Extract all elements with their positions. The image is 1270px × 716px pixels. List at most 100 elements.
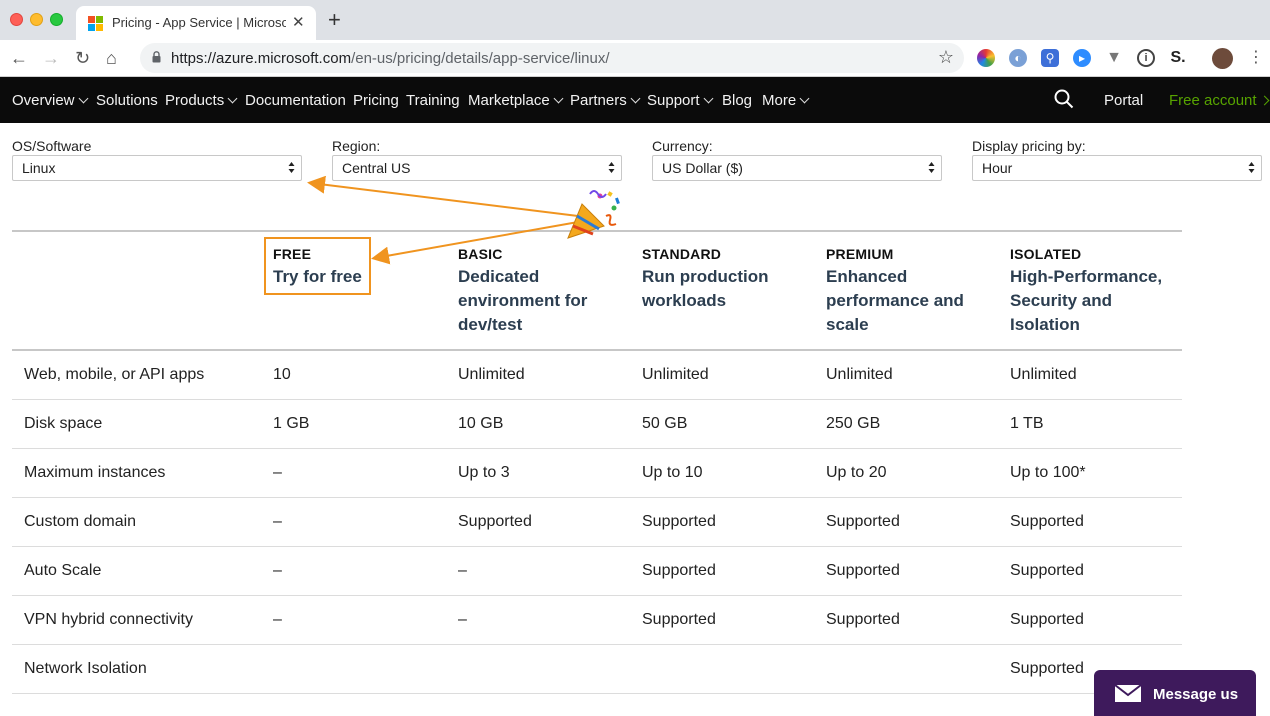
- url-text: https://azure.microsoft.com/en-us/pricin…: [171, 50, 610, 67]
- feature-value: Up to 100*: [1010, 464, 1086, 481]
- free-account-link[interactable]: Free account: [1169, 92, 1269, 109]
- browser-toolbar: ← → ↻ ⌂ https://azure.microsoft.com/en-u…: [0, 40, 1270, 77]
- nav-item-overview[interactable]: Overview: [12, 92, 88, 109]
- feature-label: Network Isolation: [24, 660, 147, 677]
- region-select[interactable]: Central US: [332, 155, 622, 181]
- table-row: Web, mobile, or API apps 10 Unlimited Unlim…: [12, 351, 1182, 400]
- feature-value: –: [273, 562, 282, 579]
- feature-value: Supported: [1010, 562, 1084, 579]
- extension-info-icon[interactable]: i: [1137, 49, 1155, 67]
- extension-ghost-icon[interactable]: ⚲: [1041, 49, 1059, 67]
- feature-value: –: [273, 611, 282, 628]
- free-tier-highlight-box: [264, 237, 371, 295]
- region-filter-label: Region:: [332, 138, 381, 154]
- tier-header-standard: STANDARD Run production workloads: [642, 246, 769, 310]
- feature-label: Auto Scale: [24, 562, 102, 579]
- bookmark-star-icon[interactable]: ☆: [938, 47, 954, 68]
- browser-menu-icon[interactable]: ⋮: [1248, 49, 1264, 67]
- envelope-icon: [1114, 684, 1142, 702]
- select-caret-icon: [928, 162, 935, 173]
- nav-item-more[interactable]: More: [762, 92, 810, 109]
- feature-value: Unlimited: [1010, 366, 1077, 383]
- feature-value: Supported: [826, 611, 900, 628]
- nav-item-blog[interactable]: Blog: [722, 92, 752, 109]
- feature-value: Unlimited: [826, 366, 893, 383]
- display-pricing-select[interactable]: Hour: [972, 155, 1262, 181]
- select-caret-icon: [1248, 162, 1255, 173]
- lock-icon: [152, 51, 161, 63]
- chevron-down-icon: [78, 93, 88, 104]
- extension-color-icon[interactable]: [977, 49, 995, 67]
- nav-item-partners[interactable]: Partners: [570, 92, 641, 109]
- feature-label: Disk space: [24, 415, 103, 432]
- annotation-arrow-to-os: [307, 175, 579, 217]
- extension-shield-icon[interactable]: ◐: [1009, 49, 1027, 67]
- feature-value: Supported: [826, 513, 900, 530]
- os-filter-label: OS/Software: [12, 138, 92, 154]
- forward-icon[interactable]: →: [42, 48, 60, 68]
- feature-value: 1 TB: [1010, 415, 1044, 432]
- feature-value: Up to 3: [458, 464, 510, 481]
- profile-avatar[interactable]: [1212, 48, 1233, 69]
- nav-item-documentation[interactable]: Documentation: [245, 92, 346, 109]
- table-row: Disk space 1 GB 10 GB 50 GB 250 GB 1 TB: [12, 400, 1182, 449]
- feature-value: 1 GB: [273, 415, 310, 432]
- feature-label: VPN hybrid connectivity: [24, 611, 193, 628]
- chevron-down-icon: [630, 93, 641, 104]
- tier-header-premium: PREMIUM Enhanced performance and scale: [826, 246, 964, 334]
- feature-value: Up to 10: [642, 464, 703, 481]
- back-icon[interactable]: ←: [10, 48, 28, 68]
- currency-filter-label: Currency:: [652, 138, 713, 154]
- select-caret-icon: [608, 162, 615, 173]
- feature-value: Supported: [458, 513, 532, 530]
- feature-value: 10 GB: [458, 415, 504, 432]
- feature-value: –: [458, 611, 467, 628]
- chevron-down-icon: [227, 93, 238, 104]
- feature-value: 10: [273, 366, 291, 383]
- table-row: Custom domain – Supported Supported Supporte…: [12, 498, 1182, 547]
- nav-item-support[interactable]: Support: [647, 92, 713, 109]
- chevron-down-icon: [553, 93, 564, 104]
- site-navigation: Overview Solutions Products Documentatio…: [0, 77, 1270, 123]
- feature-value: –: [273, 513, 282, 530]
- feature-value: Supported: [642, 562, 716, 579]
- nav-item-solutions[interactable]: Solutions: [96, 92, 158, 109]
- feature-value: 250 GB: [826, 415, 881, 432]
- chevron-down-icon: [703, 93, 713, 104]
- message-us-button[interactable]: Message us: [1094, 670, 1256, 716]
- tab-close-icon[interactable]: ✕: [292, 13, 305, 31]
- table-row: Maximum instances – Up to 3 Up to 10 Up to 2…: [12, 449, 1182, 498]
- nav-item-products[interactable]: Products: [165, 92, 238, 109]
- browser-tab[interactable]: Pricing - App Service | Microsoft Azure …: [76, 6, 316, 40]
- address-bar[interactable]: https://azure.microsoft.com/en-us/pricin…: [140, 43, 964, 73]
- tier-header-basic: BASIC Dedicated environment for dev/test: [458, 246, 588, 334]
- extension-video-icon[interactable]: ▸: [1073, 49, 1091, 67]
- feature-label: Custom domain: [24, 513, 137, 530]
- window-zoom-button[interactable]: [50, 13, 63, 26]
- feature-label: Maximum instances: [24, 464, 166, 481]
- nav-item-pricing[interactable]: Pricing: [353, 92, 399, 109]
- extension-v-icon[interactable]: ▼: [1105, 49, 1123, 67]
- feature-value: Supported: [1010, 513, 1084, 530]
- home-icon[interactable]: ⌂: [106, 48, 117, 68]
- search-icon[interactable]: [1054, 89, 1074, 109]
- nav-item-marketplace[interactable]: Marketplace: [468, 92, 564, 109]
- currency-select[interactable]: US Dollar ($): [652, 155, 942, 181]
- feature-value: Supported: [1010, 660, 1084, 677]
- feature-value: Unlimited: [458, 366, 525, 383]
- new-tab-button[interactable]: +: [328, 9, 341, 31]
- window-close-button[interactable]: [10, 13, 23, 26]
- feature-value: Unlimited: [642, 366, 709, 383]
- table-row: Auto Scale – – Supported Supported Supported: [12, 547, 1182, 596]
- chevron-right-icon: [1259, 95, 1269, 106]
- reload-icon[interactable]: ↻: [75, 48, 90, 68]
- party-popper-icon: [567, 190, 620, 239]
- feature-value: –: [458, 562, 467, 579]
- os-select[interactable]: Linux: [12, 155, 302, 181]
- nav-item-training[interactable]: Training: [406, 92, 460, 109]
- feature-value: 50 GB: [642, 415, 688, 432]
- window-minimize-button[interactable]: [30, 13, 43, 26]
- feature-value: Supported: [826, 562, 900, 579]
- portal-link[interactable]: Portal: [1104, 92, 1143, 109]
- extension-s-icon[interactable]: S.: [1169, 49, 1187, 67]
